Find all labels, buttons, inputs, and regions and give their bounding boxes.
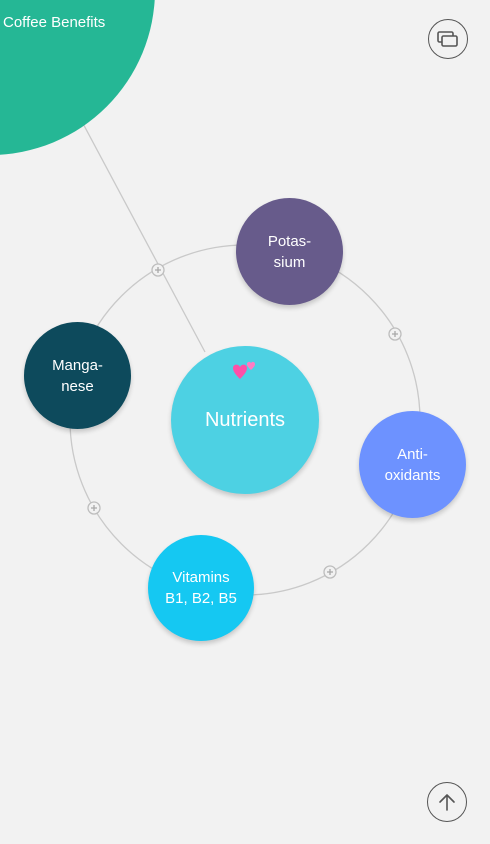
node-vitamins-label: Vitamins B1, B2, B5 <box>165 569 237 607</box>
node-vitamins[interactable]: Vitamins B1, B2, B5 <box>148 535 254 641</box>
plus-icon[interactable] <box>151 263 165 277</box>
slides-icon <box>437 31 458 47</box>
node-manganese-label: Manga- nese <box>52 356 103 395</box>
plus-icon[interactable] <box>388 327 402 341</box>
hearts-icon <box>233 361 255 379</box>
scroll-up-button[interactable] <box>427 782 467 822</box>
node-potassium-label: Potas- sium <box>267 232 312 271</box>
node-potassium[interactable]: Potas- sium <box>236 198 343 305</box>
plus-icon[interactable] <box>87 501 101 515</box>
arrow-up-icon <box>439 794 455 811</box>
node-manganese[interactable]: Manga- nese <box>24 322 131 429</box>
center-node-label: Nutrients <box>204 409 286 431</box>
node-antioxidants-label: Anti- oxidants <box>384 445 441 484</box>
slides-button[interactable] <box>428 19 468 59</box>
plus-icon[interactable] <box>323 565 337 579</box>
node-antioxidants[interactable]: Anti- oxidants <box>359 411 466 518</box>
parent-connector <box>63 87 206 353</box>
parent-node-title[interactable]: Coffee Benefits <box>3 14 105 31</box>
mind-map-canvas[interactable]: Coffee Benefits Nutrients Potas- sium Ma… <box>0 0 490 844</box>
